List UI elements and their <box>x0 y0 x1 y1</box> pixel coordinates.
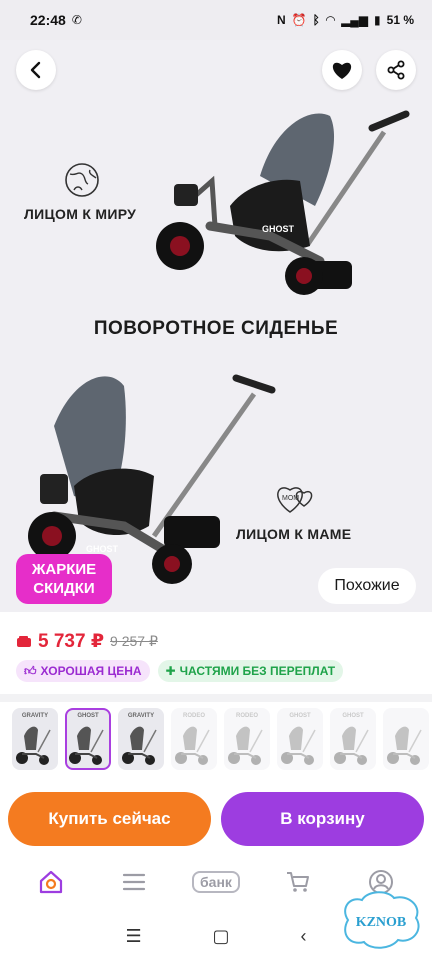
variant-tricycle-image <box>175 726 210 765</box>
plus-flower-icon: ✚ <box>165 664 176 678</box>
price-row: 5 737 ₽ 9 257 ₽ <box>16 630 158 653</box>
thumbs-up-icon: 👍︎ <box>24 663 37 678</box>
variant-tricycle-image <box>69 726 104 765</box>
status-icons: N ⏰ ᛒ ◠ ▂▄▆ ▮ 51 % <box>277 13 414 27</box>
face-world-label: ЛИЦОМ К МИРУ <box>24 206 137 222</box>
promo-line-1: ЖАРКИЕ <box>31 561 97 578</box>
buy-now-button[interactable]: Купить сейчас <box>8 792 211 846</box>
home-search-icon <box>40 870 63 894</box>
menu-icon <box>122 873 145 891</box>
variant-thumbnail[interactable]: GRAVITY <box>118 708 164 770</box>
battery-percent: 51 % <box>386 13 414 27</box>
variant-tricycle-image <box>228 726 263 765</box>
bluetooth-icon: ᛒ <box>312 13 320 27</box>
feature-title: ПОВОРОТНОЕ СИДЕНЬЕ <box>93 318 339 339</box>
variant-thumbnail[interactable]: GHOST <box>65 708 111 770</box>
variant-thumbnail[interactable]: GRAVITY <box>12 708 58 770</box>
purchase-actions: Купить сейчас В корзину <box>0 788 432 852</box>
variant-thumbnail[interactable]: RODEO <box>224 708 270 770</box>
mom-icon-text: MOM <box>282 495 299 502</box>
variant-thumbnail-label: GHOST <box>342 713 364 719</box>
variant-thumbnail-label: RODEO <box>235 713 258 719</box>
variant-tricycle-image <box>387 726 422 765</box>
cart-icon <box>287 872 310 892</box>
face-mom-label: ЛИЦОМ К МАМЕ <box>236 526 352 542</box>
bank-label: банк <box>192 871 240 893</box>
hot-sale-badge[interactable]: ЖАРКИЕ СКИДКИ <box>16 554 112 604</box>
variant-thumbnails: GRAVITY GHOST GRAVITY RODEO RODEO GHOST GHOST <box>12 708 429 770</box>
whatsapp-notification-icon: ✆ <box>71 13 82 27</box>
variant-thumbnail-label: GRAVITY <box>21 713 49 719</box>
promo-line-2: СКИДКИ <box>33 580 95 597</box>
tab-bank[interactable]: банк <box>191 862 241 902</box>
battery-icon: ▮ <box>374 13 381 27</box>
good-price-badge[interactable]: 👍︎ ХОРОШАЯ ЦЕНА <box>16 660 150 682</box>
tricycle-brand-text-mom: GHOST <box>86 544 119 554</box>
variant-tricycle-image <box>334 726 369 765</box>
alarm-icon: ⏰ <box>291 13 307 27</box>
tricycle-image-world: GHOST <box>156 110 410 295</box>
signal-icon: ▂▄▆ <box>341 13 369 27</box>
current-price: 5 737 ₽ <box>38 631 105 652</box>
installments-label: ЧАСТЯМИ БЕЗ ПЕРЕПЛАТ <box>179 664 336 678</box>
tab-catalog[interactable] <box>109 862 159 902</box>
tricycle-brand-text-world: GHOST <box>262 224 295 234</box>
back-button[interactable] <box>16 50 56 90</box>
back-nav-icon[interactable]: ‹ <box>301 926 307 947</box>
home-icon[interactable]: ▢ <box>213 926 230 947</box>
variant-tricycle-image <box>281 726 316 765</box>
recent-apps-icon[interactable]: ☰ <box>125 926 141 947</box>
price-badges: 👍︎ ХОРОШАЯ ЦЕНА ✚ ЧАСТЯМИ БЕЗ ПЕРЕПЛАТ <box>16 660 344 682</box>
variant-thumbnail[interactable]: GHOST <box>330 708 376 770</box>
product-image-gallery[interactable]: ЛИЦОМ К МИРУ GHOST ПОВОРОТНОЕ СИДЕНЬЕ GH… <box>0 40 432 612</box>
mom-hearts-icon: MOM <box>277 487 313 513</box>
status-bar: 22:48 ✆ N ⏰ ᛒ ◠ ▂▄▆ ▮ 51 % <box>0 0 432 40</box>
variant-thumbnail-label: RODEO <box>182 713 205 719</box>
kznob-watermark-logo: KZNOB <box>344 891 420 949</box>
wallet-icon <box>17 635 31 647</box>
nfc-icon: N <box>277 13 286 27</box>
variant-thumbnail-label: GHOST <box>289 713 311 719</box>
variant-thumbnail[interactable]: GHOST <box>277 708 323 770</box>
variant-thumbnail[interactable]: RODEO <box>171 708 217 770</box>
wifi-icon: ◠ <box>325 13 336 27</box>
variant-tricycle-image <box>16 726 51 765</box>
add-to-cart-button[interactable]: В корзину <box>221 792 424 846</box>
status-time: 22:48 <box>30 12 66 28</box>
variant-tricycle-image <box>122 726 157 765</box>
good-price-label: ХОРОШАЯ ЦЕНА <box>40 664 142 678</box>
old-price: 9 257 ₽ <box>110 633 158 649</box>
watermark-text: KZNOB <box>356 915 407 930</box>
installments-badge[interactable]: ✚ ЧАСТЯМИ БЕЗ ПЕРЕПЛАТ <box>157 660 344 682</box>
chevron-left-icon <box>30 61 41 79</box>
globe-icon <box>65 163 99 197</box>
variant-thumbnail-label: GHOST <box>77 713 99 719</box>
section-divider <box>0 694 432 702</box>
tab-cart[interactable] <box>273 862 323 902</box>
similar-button[interactable]: Похожие <box>318 568 416 604</box>
variant-thumbnail-label: GRAVITY <box>127 713 155 719</box>
variant-thumbnail[interactable] <box>383 708 429 770</box>
tab-home[interactable] <box>26 862 76 902</box>
